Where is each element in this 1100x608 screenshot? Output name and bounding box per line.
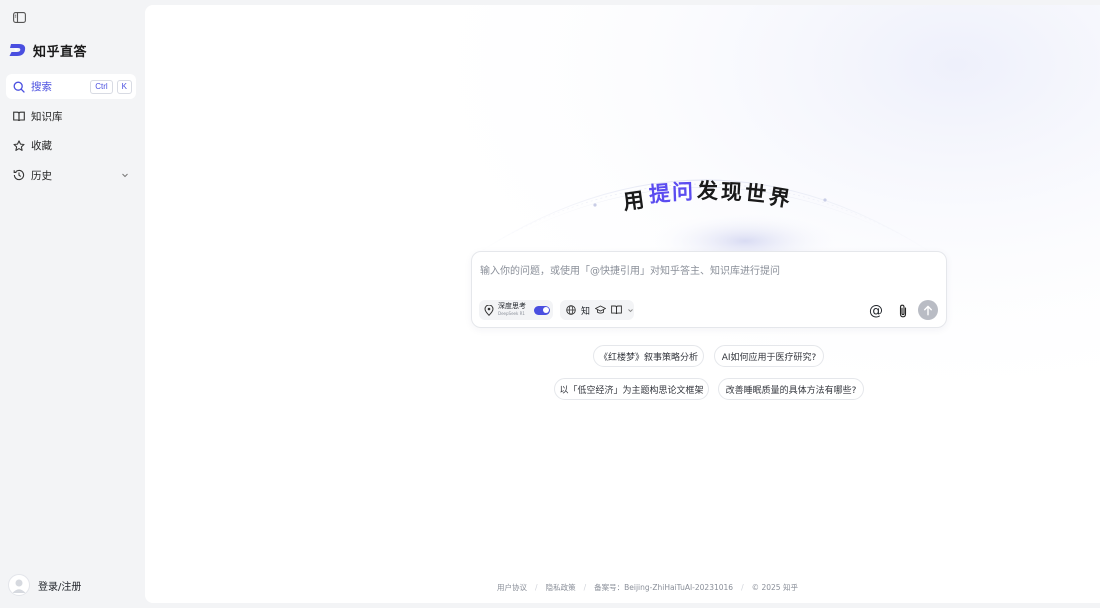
hero-title: 用 提 问 发 现 世 界 xyxy=(605,173,845,223)
main-panel: 用 提 问 发 现 世 界 输入你的问题，或使用「@快捷引用」对知乎答主、知识库… xyxy=(145,5,1100,603)
zhida-logo-icon xyxy=(9,44,26,56)
footer-separator: / xyxy=(583,582,587,592)
footer-link-icp[interactable]: 备案号：Beijing-ZhiHaiTuAI-20231016 xyxy=(594,582,733,593)
user-icon xyxy=(12,579,26,593)
sidebar-item-history[interactable]: 历史 xyxy=(6,163,136,188)
login-button[interactable]: 登录/注册 xyxy=(8,574,81,596)
footer-link-terms[interactable]: 用户协议 xyxy=(497,582,527,593)
question-composer[interactable]: 输入你的问题，或使用「@快捷引用」对知乎答主、知识库进行提问 深度思考 Deep… xyxy=(471,251,947,328)
suggestion-chip[interactable]: 以「低空经济」为主题构思论文框架 xyxy=(554,378,709,400)
sidebar-item-knowledge-base[interactable]: 知识库 xyxy=(6,104,136,129)
shortcut-hint: Ctrl K xyxy=(90,79,132,94)
login-label: 登录/注册 xyxy=(38,581,82,593)
send-button[interactable] xyxy=(918,300,938,320)
shortcut-key-k: K xyxy=(116,79,132,94)
question-input[interactable]: 输入你的问题，或使用「@快捷引用」对知乎答主、知识库进行提问 xyxy=(480,262,780,277)
suggestion-chip[interactable]: 《红楼梦》叙事策略分析 xyxy=(593,345,704,367)
hero-char: 发 xyxy=(696,178,719,204)
hero-char: 界 xyxy=(767,184,792,212)
deep-think-label: 深度思考 xyxy=(498,302,526,310)
search-icon xyxy=(12,80,25,93)
hero-char: 现 xyxy=(720,179,743,205)
deep-think-switch[interactable] xyxy=(534,305,550,315)
at-mention-icon[interactable]: @ xyxy=(869,304,883,318)
deep-think-toggle[interactable]: 深度思考 DeepSeek R1 xyxy=(479,300,553,320)
sidebar-item-label: 收藏 xyxy=(31,140,52,152)
star-icon xyxy=(12,139,25,152)
chevron-down-icon[interactable] xyxy=(120,170,130,180)
hero-char: 用 xyxy=(621,187,646,215)
globe-icon xyxy=(566,305,576,315)
footer-separator: / xyxy=(741,582,744,592)
deep-think-model: DeepSeek R1 xyxy=(498,311,525,316)
source-selector[interactable]: 知 xyxy=(560,300,634,320)
sidebar-item-favorites[interactable]: 收藏 xyxy=(6,133,136,158)
sidebar-nav: 搜索 Ctrl K 知识库 收藏 历史 xyxy=(6,74,136,192)
book-icon xyxy=(12,110,25,123)
chevron-down-icon xyxy=(628,308,633,312)
sidebar-toggle-icon[interactable] xyxy=(10,9,28,25)
app-name: 知乎直答 xyxy=(33,44,88,60)
suggestion-chip[interactable]: AI如何应用于医疗研究? xyxy=(714,345,824,367)
sidebar-item-label: 搜索 xyxy=(31,81,52,93)
shortcut-key-ctrl: Ctrl xyxy=(90,79,113,94)
sidebar-item-label: 知识库 xyxy=(31,110,63,123)
graduation-cap-icon xyxy=(595,305,606,314)
footer-separator: / xyxy=(535,582,538,592)
arrow-up-icon xyxy=(924,305,932,315)
sidebar-item-search[interactable]: 搜索 Ctrl K xyxy=(6,74,136,99)
sidebar-item-label: 历史 xyxy=(31,169,52,182)
deep-think-labels: 深度思考 DeepSeek R1 xyxy=(498,303,526,317)
footer-copyright: © 2025 知乎 xyxy=(751,582,798,592)
location-pin-icon xyxy=(484,304,494,316)
hero-char-accent: 提 xyxy=(648,181,672,207)
app-logo[interactable]: 知乎直答 xyxy=(9,40,87,60)
suggestion-chip[interactable]: 改善睡眠质量的具体方法有哪些? xyxy=(718,378,864,400)
zhihu-source-label: 知 xyxy=(581,306,591,317)
history-icon xyxy=(12,169,25,182)
avatar xyxy=(8,574,30,596)
footer: 用户协议 / 隐私政策 / 备案号：Beijing-ZhiHaiTuAI-202… xyxy=(145,580,1100,594)
hero-char: 世 xyxy=(743,180,768,208)
paperclip-icon[interactable] xyxy=(896,304,910,318)
hero-char-accent: 问 xyxy=(671,179,694,205)
sidebar: 知乎直答 搜索 Ctrl K 知识库 收藏 历史 登录/注册 xyxy=(0,0,144,608)
footer-link-privacy[interactable]: 隐私政策 xyxy=(546,582,576,593)
book-icon xyxy=(611,305,622,315)
